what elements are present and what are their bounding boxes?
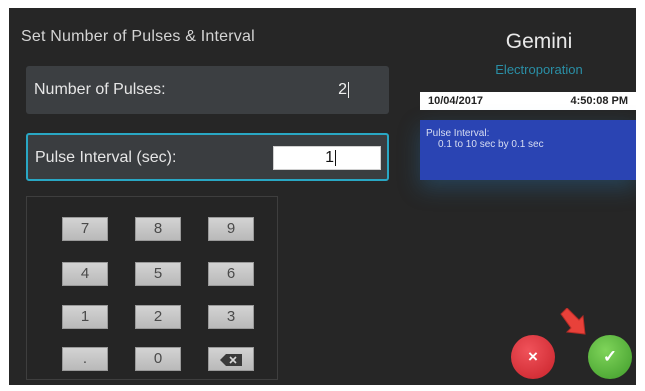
info-title: Pulse Interval: bbox=[426, 128, 490, 139]
key-8[interactable]: 8 bbox=[135, 217, 181, 241]
device-screen: Set Number of Pulses & Interval Number o… bbox=[9, 8, 636, 385]
close-icon: × bbox=[528, 347, 538, 366]
checkmark-icon: ✓ bbox=[602, 347, 618, 366]
numeric-keypad: 7 8 9 4 5 6 1 2 3 . 0 bbox=[26, 196, 278, 380]
number-of-pulses-label: Number of Pulses: bbox=[34, 81, 166, 98]
current-date: 10/04/2017 bbox=[428, 95, 484, 107]
pointer-arrow-icon bbox=[560, 308, 586, 335]
pulse-interval-info-panel: Pulse Interval: 0.1 to 10 sec by 0.1 sec bbox=[420, 120, 636, 180]
confirm-button[interactable]: ✓ bbox=[588, 335, 632, 379]
number-of-pulses-field[interactable]: Number of Pulses: 2 bbox=[26, 66, 389, 114]
key-2[interactable]: 2 bbox=[135, 305, 181, 329]
key-4[interactable]: 4 bbox=[62, 262, 108, 286]
key-5[interactable]: 5 bbox=[135, 262, 181, 286]
key-0[interactable]: 0 bbox=[135, 347, 181, 371]
key-7[interactable]: 7 bbox=[62, 217, 108, 241]
number-of-pulses-value: 2 bbox=[338, 81, 349, 98]
backspace-icon bbox=[220, 354, 242, 366]
dialog-title: Set Number of Pulses & Interval bbox=[21, 28, 255, 45]
brand-name: Gemini bbox=[505, 30, 573, 53]
key-3[interactable]: 3 bbox=[208, 305, 254, 329]
text-cursor bbox=[335, 149, 336, 166]
pulse-interval-input[interactable]: 1 bbox=[273, 146, 381, 170]
brand-subtitle: Electroporation bbox=[495, 62, 583, 77]
info-range-text: 0.1 to 10 sec by 0.1 sec bbox=[438, 139, 544, 150]
backspace-key[interactable] bbox=[208, 347, 254, 371]
key-6[interactable]: 6 bbox=[208, 262, 254, 286]
text-cursor bbox=[348, 81, 349, 98]
current-time: 4:50:08 PM bbox=[570, 95, 628, 107]
key-9[interactable]: 9 bbox=[208, 217, 254, 241]
pulse-interval-label: Pulse Interval (sec): bbox=[35, 149, 177, 166]
pulse-interval-field[interactable]: Pulse Interval (sec): 1 bbox=[26, 133, 389, 181]
cancel-button[interactable]: × bbox=[511, 335, 555, 379]
key-decimal[interactable]: . bbox=[62, 347, 108, 371]
date-time-bar: 10/04/2017 4:50:08 PM bbox=[420, 92, 636, 110]
key-1[interactable]: 1 bbox=[62, 305, 108, 329]
